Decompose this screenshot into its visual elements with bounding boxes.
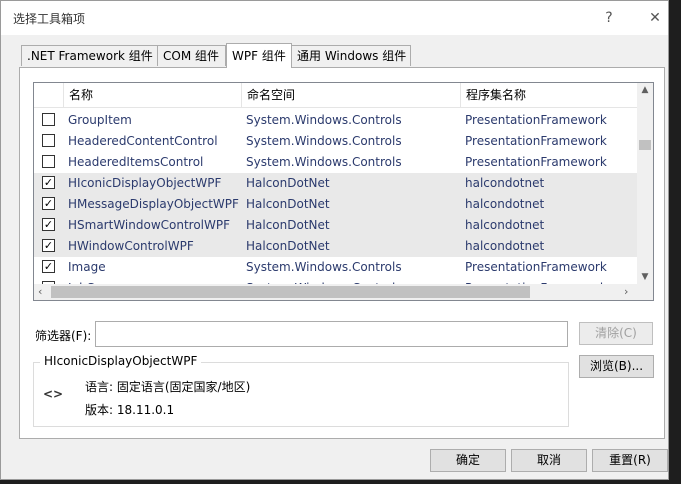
filter-input[interactable]	[95, 321, 568, 347]
row-namespace: System.Windows.Controls	[246, 134, 402, 148]
scroll-down-icon[interactable]: ▼	[637, 272, 653, 282]
row-checkbox[interactable]	[42, 134, 55, 147]
details-language: 语言: 固定语言(固定国家/地区)	[85, 380, 251, 394]
row-assembly: PresentationFramework	[465, 260, 607, 274]
tab-net-framework[interactable]: .NET Framework 组件	[21, 45, 158, 66]
details-title: HIconicDisplayObjectWPF	[40, 354, 202, 368]
row-checkbox[interactable]: ✓	[42, 176, 55, 189]
row-name: HIconicDisplayObjectWPF	[68, 176, 222, 190]
table-row[interactable]: ✓ HIconicDisplayObjectWPF HalconDotNet halc…	[34, 173, 638, 194]
row-name: Image	[68, 260, 106, 274]
checkbox-column-header	[34, 83, 64, 107]
row-name: HWindowControlWPF	[68, 239, 194, 253]
row-name: HeaderedItemsControl	[68, 155, 204, 169]
row-name: HSmartWindowControlWPF	[68, 218, 231, 232]
row-namespace: System.Windows.Controls	[246, 260, 402, 274]
scroll-right-icon[interactable]: ›	[624, 285, 628, 298]
tab-universal-windows[interactable]: 通用 Windows 组件	[291, 45, 411, 66]
title-bar: 选择工具箱项 ? ✕	[1, 1, 668, 35]
row-namespace: HalconDotNet	[246, 197, 330, 211]
table-row[interactable]: ✓ Image System.Windows.Controls Presentatio…	[34, 257, 638, 278]
vertical-scroll-thumb[interactable]	[639, 140, 651, 150]
horizontal-scrollbar[interactable]: ‹ ›	[34, 284, 638, 300]
browse-button[interactable]: 浏览(B)...	[579, 355, 654, 378]
ok-button[interactable]: 确定	[430, 449, 506, 472]
scroll-corner	[637, 284, 653, 300]
scroll-up-icon[interactable]: ▲	[637, 85, 653, 95]
row-assembly: PresentationFramework	[465, 134, 607, 148]
row-namespace: HalconDotNet	[246, 239, 330, 253]
table-row[interactable]: GroupItem System.Windows.Controls Presenta…	[34, 110, 638, 131]
row-namespace: HalconDotNet	[246, 218, 330, 232]
vertical-scrollbar[interactable]: ▲ ▼	[637, 83, 653, 284]
row-assembly: PresentationFramework	[465, 113, 607, 127]
list-header: 名称 命名空间 程序集名称	[34, 83, 638, 108]
row-checkbox[interactable]: ✓	[42, 260, 55, 273]
row-checkbox[interactable]: ✓	[42, 239, 55, 252]
table-row[interactable]: ✓ HWindowControlWPF HalconDotNet halcondotn…	[34, 236, 638, 257]
row-namespace: HalconDotNet	[246, 176, 330, 190]
scroll-left-icon[interactable]: ‹	[38, 285, 42, 298]
row-checkbox[interactable]: ✓	[42, 197, 55, 210]
details-version: 版本: 18.11.0.1	[85, 403, 175, 417]
close-button[interactable]: ✕	[644, 7, 666, 29]
table-row[interactable]: ✓ HSmartWindowControlWPF HalconDotNet halco…	[34, 215, 638, 236]
clear-button[interactable]: 清除(C)	[579, 322, 653, 345]
table-row[interactable]: ✓ HMessageDisplayObjectWPF HalconDotNet hal…	[34, 194, 638, 215]
row-name: HMessageDisplayObjectWPF	[68, 197, 239, 211]
reset-button[interactable]: 重置(R)	[592, 449, 668, 472]
component-code-icon: <>	[43, 387, 64, 401]
row-checkbox[interactable]	[42, 113, 55, 126]
row-checkbox[interactable]	[42, 155, 55, 168]
row-assembly: halcondotnet	[465, 176, 545, 190]
tab-panel: 名称 命名空间 程序集名称 GroupItem System.Windows.Co…	[19, 67, 665, 439]
row-namespace: System.Windows.Controls	[246, 155, 402, 169]
row-namespace: System.Windows.Controls	[246, 113, 402, 127]
row-assembly: halcondotnet	[465, 239, 545, 253]
component-list[interactable]: 名称 命名空间 程序集名称 GroupItem System.Windows.Co…	[33, 82, 654, 301]
row-assembly: PresentationFramework	[465, 155, 607, 169]
cancel-button[interactable]: 取消	[511, 449, 587, 472]
row-assembly: halcondotnet	[465, 218, 545, 232]
choose-toolbox-items-dialog: 选择工具箱项 ? ✕ .NET Framework 组件 COM 组件 WPF …	[0, 0, 669, 480]
row-checkbox[interactable]: ✓	[42, 218, 55, 231]
row-name: HeaderedContentControl	[68, 134, 218, 148]
column-header-name[interactable]: 名称	[64, 83, 242, 107]
table-row[interactable]: HeaderedContentControl System.Windows.Con…	[34, 131, 638, 152]
row-assembly: halcondotnet	[465, 197, 545, 211]
horizontal-scroll-thumb[interactable]	[51, 286, 530, 298]
filter-label: 筛选器(F):	[35, 329, 92, 343]
column-header-namespace[interactable]: 命名空间	[242, 83, 461, 107]
table-row[interactable]: HeaderedItemsControl System.Windows.Contr…	[34, 152, 638, 173]
column-header-assembly[interactable]: 程序集名称	[461, 83, 638, 107]
tab-com[interactable]: COM 组件	[157, 45, 226, 66]
dialog-title: 选择工具箱项	[13, 12, 86, 26]
row-name: GroupItem	[68, 113, 132, 127]
tab-wpf[interactable]: WPF 组件	[226, 43, 292, 68]
help-button[interactable]: ?	[598, 7, 620, 29]
